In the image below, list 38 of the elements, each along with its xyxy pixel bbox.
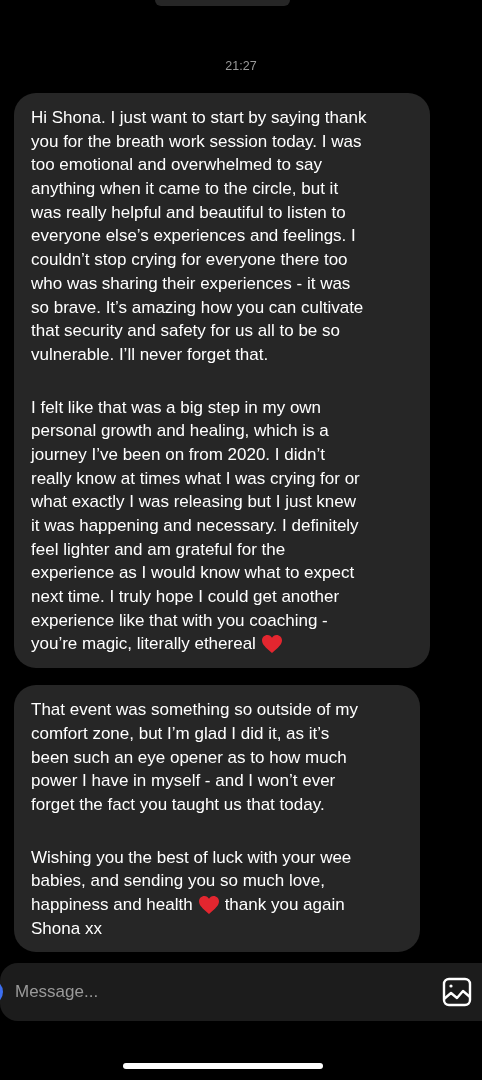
heart-icon <box>197 894 220 915</box>
message-bar[interactable]: Message... <box>0 963 482 1022</box>
message-text: personal growth and healing, which is a <box>31 420 329 443</box>
message-text: couldn’t stop crying for everyone there too <box>31 249 348 272</box>
message-text: Hi Shona. I just want to start by saying thank <box>31 107 367 129</box>
timestamp: 21:27 <box>224 58 258 74</box>
message-text: journey I’ve been on from 2020. I didn’t <box>31 443 325 466</box>
message-text: next time. I truly hope I could get another <box>31 586 340 609</box>
message-text: really know at times what I was crying for or <box>31 467 360 490</box>
message-text: happiness and health <box>31 893 193 916</box>
message-text: That event was something so outside of my <box>31 699 358 722</box>
heart-icon <box>260 634 283 655</box>
message-text: babies, and sending you so much love, <box>31 870 325 893</box>
message-text: feel lighter and am grateful for the <box>31 538 286 561</box>
message-text: Shona xx <box>31 917 102 940</box>
message-text: it was happening and necessary. I definitely <box>31 515 359 537</box>
message-text: everyone else’s experiences and feelings. I <box>31 225 356 248</box>
message-text: what exactly I was releasing but I just knew <box>31 491 357 514</box>
message-text: anything when it came to the circle, but it <box>31 178 339 201</box>
message-text: thank you again <box>224 893 345 916</box>
message-text: too emotional and overwhelmed to say <box>31 154 323 177</box>
message-text: Wishing you the best of luck with your wee <box>31 846 352 869</box>
message-text: forget the fact you taught us that today. <box>31 793 325 816</box>
message-text: that security and safety for us all to be so <box>31 320 340 343</box>
message-text: you for the breath work session today. I was <box>31 130 362 153</box>
message-text: experience like that with you coaching - <box>31 609 328 632</box>
message-field[interactable]: Message... <box>15 980 442 1005</box>
message-text: experience as I would know what to expect <box>31 562 355 585</box>
message-text: you’re magic, literally ethereal <box>31 633 256 656</box>
message-text: so brave. It’s amazing how you can cultivate <box>31 296 364 319</box>
message-text: I felt like that was a big step in my own <box>31 396 322 419</box>
message-text: who was sharing their experiences - it was <box>31 272 351 295</box>
message-text: vulnerable. I’ll never forget that. <box>31 343 269 366</box>
message-text: power I have in myself - and I won’t ever <box>31 770 336 793</box>
message-text: comfort zone, but I’m glad I did it, as it’s <box>31 722 330 745</box>
message-text: was really helpful and beautiful to listen to <box>31 201 346 224</box>
message-text: been such an eye opener as to how much <box>31 746 347 769</box>
image-icon[interactable] <box>442 977 472 1008</box>
